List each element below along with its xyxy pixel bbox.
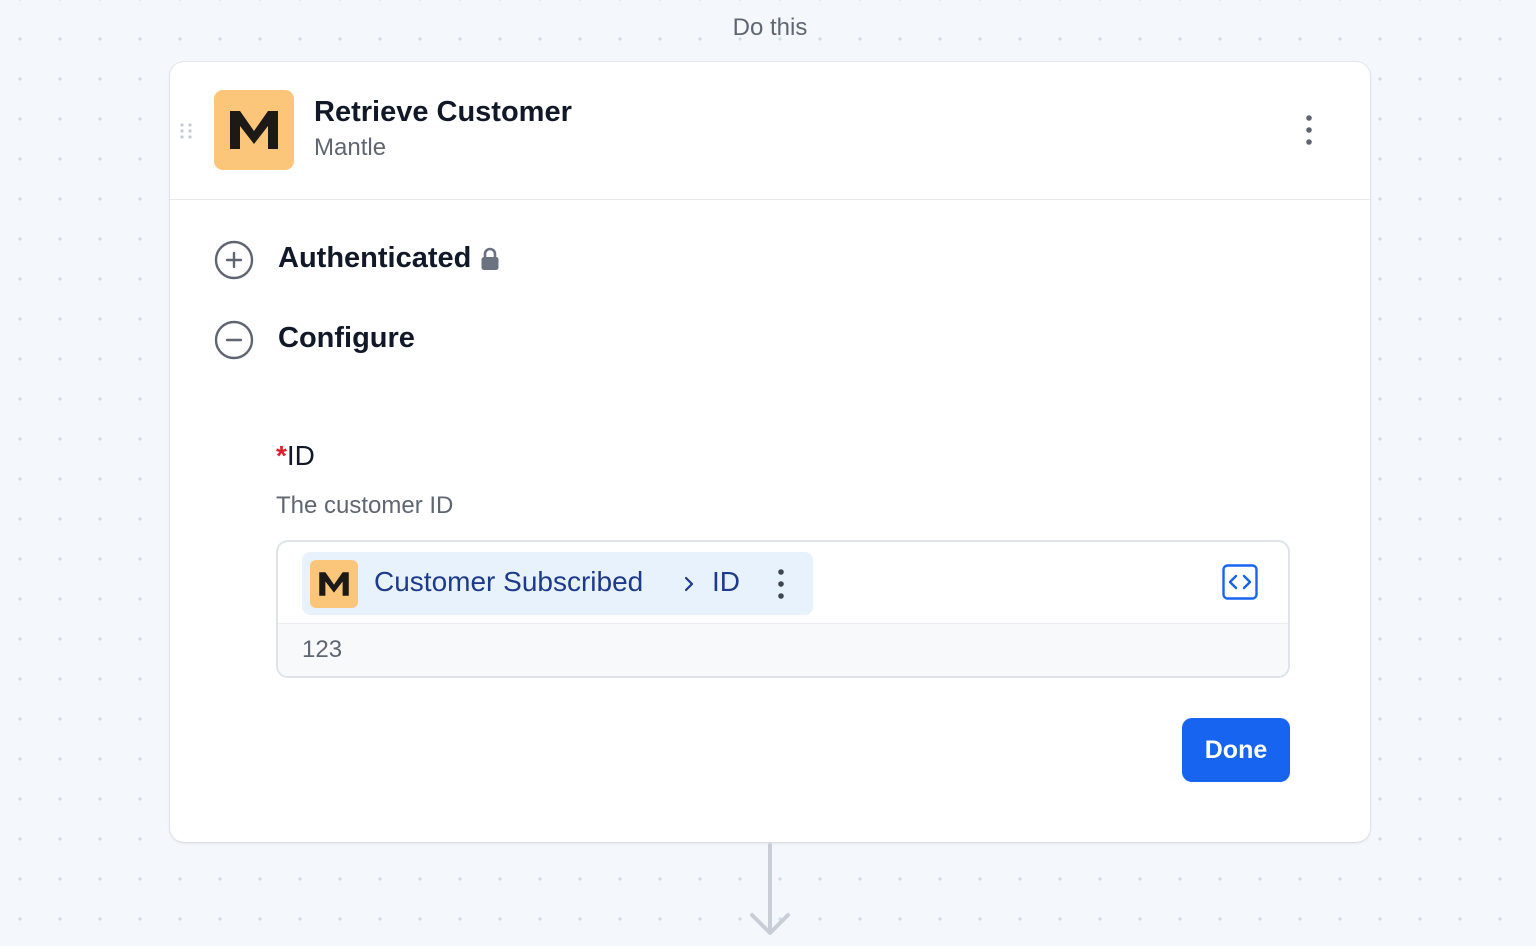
section-configure[interactable]: Configure: [278, 322, 415, 355]
token-logo-mark: [319, 572, 349, 596]
token-app-logo: [310, 560, 358, 608]
lock-icon: [481, 247, 499, 270]
step-menu-icon[interactable]: [1294, 112, 1324, 148]
token-source-step: Customer Subscribed: [374, 566, 644, 597]
step-card: Retrieve Customer Mantle Authenticated C…: [170, 62, 1370, 842]
section-authenticated[interactable]: Authenticated: [278, 242, 471, 275]
step-header: Retrieve Customer Mantle: [170, 62, 1370, 200]
step-app-name: Mantle: [314, 134, 387, 161]
id-field-label: *ID: [276, 440, 315, 472]
code-mode-icon[interactable]: [1222, 564, 1258, 600]
token-menu-icon[interactable]: [768, 566, 794, 602]
mantle-app-logo: [214, 90, 294, 170]
done-button[interactable]: Done: [1182, 718, 1290, 782]
id-field-help-text: The customer ID: [276, 492, 454, 519]
collapse-configure-icon[interactable]: [214, 320, 254, 360]
preview-value: 123: [302, 636, 343, 663]
chevron-right-icon: [684, 576, 694, 592]
expand-authenticated-icon[interactable]: [214, 240, 254, 280]
arrow-down-icon: [750, 843, 790, 935]
mantle-logo-mark: [230, 111, 278, 149]
id-input[interactable]: Customer Subscribed ID 123: [276, 540, 1290, 678]
value-preview: 123: [278, 623, 1288, 676]
mapped-value-token[interactable]: Customer Subscribed ID: [302, 552, 813, 615]
id-field-label-text: ID: [286, 440, 315, 471]
required-marker: *: [276, 440, 287, 471]
token-field-name: ID: [712, 566, 740, 597]
step-label: Do this: [732, 14, 808, 41]
step-title: Retrieve Customer: [314, 96, 572, 128]
drag-handle-icon[interactable]: [179, 122, 193, 140]
